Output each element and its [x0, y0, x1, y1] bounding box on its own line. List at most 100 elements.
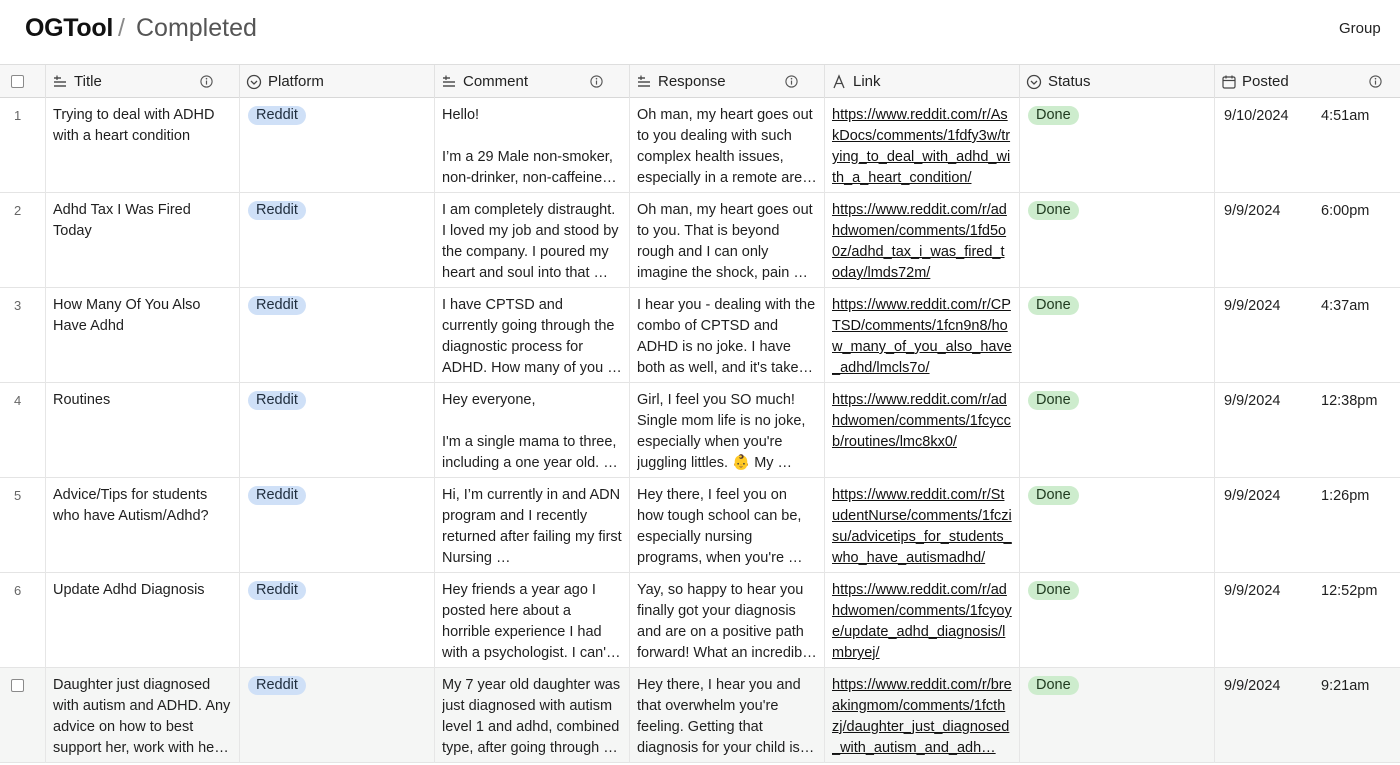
- title-cell[interactable]: Daughter just diagnosed with autism and …: [46, 668, 240, 763]
- status-cell[interactable]: Done: [1020, 288, 1215, 383]
- column-header-posted[interactable]: Posted: [1215, 65, 1400, 98]
- text-field-icon: [638, 75, 650, 87]
- status-cell[interactable]: Done: [1020, 573, 1215, 668]
- row-comment: I am completely distraught. I loved my j…: [442, 202, 619, 281]
- link-cell[interactable]: https://www.reddit.com/r/adhdwomen/comme…: [825, 383, 1020, 478]
- column-header-platform[interactable]: Platform: [240, 65, 435, 98]
- post-link[interactable]: https://www.reddit.com/r/adhdwomen/comme…: [832, 580, 1012, 664]
- row-title: How Many Of You Also Have Adhd: [53, 297, 205, 334]
- posted-cell[interactable]: 9/9/2024 6:00pm: [1215, 193, 1400, 288]
- response-cell[interactable]: I hear you - dealing with the combo of C…: [630, 288, 825, 383]
- column-comment-label: Comment: [463, 73, 529, 90]
- info-icon[interactable]: [785, 75, 798, 88]
- platform-cell[interactable]: Reddit: [240, 193, 435, 288]
- post-link[interactable]: https://www.reddit.com/r/adhdwomen/comme…: [832, 200, 1012, 284]
- status-cell[interactable]: Done: [1020, 193, 1215, 288]
- column-header-response[interactable]: Response: [630, 65, 825, 98]
- link-cell[interactable]: https://www.reddit.com/r/StudentNurse/co…: [825, 478, 1020, 573]
- row-index-cell: 5: [0, 478, 46, 573]
- comment-cell[interactable]: Hey everyone, I'm a single mama to three…: [435, 383, 630, 478]
- platform-cell[interactable]: Reddit: [240, 98, 435, 193]
- comment-cell[interactable]: Hello! I’m a 29 Male non-smoker, non-dri…: [435, 98, 630, 193]
- platform-cell[interactable]: Reddit: [240, 573, 435, 668]
- table-row[interactable]: 4 Routines Reddit Hey everyone, I'm a si…: [0, 383, 1400, 478]
- info-icon[interactable]: [1369, 75, 1382, 88]
- status-cell[interactable]: Done: [1020, 98, 1215, 193]
- formula-field-icon: [833, 74, 845, 89]
- platform-cell[interactable]: Reddit: [240, 383, 435, 478]
- title-cell[interactable]: Routines: [46, 383, 240, 478]
- group-button[interactable]: Group: [1339, 20, 1381, 37]
- comment-cell[interactable]: My 7 year old daughter was just diagnose…: [435, 668, 630, 763]
- link-cell[interactable]: https://www.reddit.com/r/adhdwomen/comme…: [825, 193, 1020, 288]
- row-index-cell: 2: [0, 193, 46, 288]
- table-row[interactable]: 3 How Many Of You Also Have Adhd Reddit …: [0, 288, 1400, 383]
- link-cell[interactable]: https://www.reddit.com/r/CPTSD/comments/…: [825, 288, 1020, 383]
- column-header-status[interactable]: Status: [1020, 65, 1215, 98]
- link-cell[interactable]: https://www.reddit.com/r/breakingmom/com…: [825, 668, 1020, 763]
- text-field-icon: [54, 75, 66, 87]
- table-row[interactable]: 2 Adhd Tax I Was Fired Today Reddit I am…: [0, 193, 1400, 288]
- column-header-link[interactable]: Link: [825, 65, 1020, 98]
- post-link[interactable]: https://www.reddit.com/r/adhdwomen/comme…: [832, 390, 1012, 453]
- response-cell[interactable]: Hey there, I feel you on how tough schoo…: [630, 478, 825, 573]
- row-title: Advice/Tips for students who have Autism…: [53, 487, 212, 524]
- posted-cell[interactable]: 9/10/2024 4:51am: [1215, 98, 1400, 193]
- status-badge: Done: [1028, 486, 1079, 505]
- platform-cell[interactable]: Reddit: [240, 668, 435, 763]
- status-badge: Done: [1028, 296, 1079, 315]
- info-icon[interactable]: [590, 75, 603, 88]
- column-header-title[interactable]: Title: [46, 65, 240, 98]
- title-cell[interactable]: How Many Of You Also Have Adhd: [46, 288, 240, 383]
- platform-badge: Reddit: [248, 676, 306, 695]
- post-link[interactable]: https://www.reddit.com/r/breakingmom/com…: [832, 675, 1012, 759]
- table-row[interactable]: 6 Update Adhd Diagnosis Reddit Hey frien…: [0, 573, 1400, 668]
- posted-cell[interactable]: 9/9/2024 9:21am: [1215, 668, 1400, 763]
- table-row[interactable]: 5 Advice/Tips for students who have Auti…: [0, 478, 1400, 573]
- post-link[interactable]: https://www.reddit.com/r/CPTSD/comments/…: [832, 295, 1012, 379]
- status-cell[interactable]: Done: [1020, 478, 1215, 573]
- info-icon[interactable]: [200, 75, 213, 88]
- row-checkbox[interactable]: [11, 679, 24, 692]
- comment-cell[interactable]: I am completely distraught. I loved my j…: [435, 193, 630, 288]
- column-header-comment[interactable]: Comment: [435, 65, 630, 98]
- platform-cell[interactable]: Reddit: [240, 288, 435, 383]
- select-all-checkbox[interactable]: [11, 75, 24, 88]
- title-cell[interactable]: Advice/Tips for students who have Autism…: [46, 478, 240, 573]
- platform-badge: Reddit: [248, 391, 306, 410]
- calendar-icon: [1222, 75, 1236, 89]
- link-cell[interactable]: https://www.reddit.com/r/AskDocs/comment…: [825, 98, 1020, 193]
- platform-cell[interactable]: Reddit: [240, 478, 435, 573]
- row-response: I hear you - dealing with the combo of C…: [637, 297, 816, 376]
- status-badge: Done: [1028, 201, 1079, 220]
- comment-cell[interactable]: I have CPTSD and currently going through…: [435, 288, 630, 383]
- posted-cell[interactable]: 9/9/2024 12:52pm: [1215, 573, 1400, 668]
- status-cell[interactable]: Done: [1020, 383, 1215, 478]
- table-row[interactable]: 1 Trying to deal with ADHD with a heart …: [0, 98, 1400, 193]
- title-cell[interactable]: Update Adhd Diagnosis: [46, 573, 240, 668]
- title-cell[interactable]: Adhd Tax I Was Fired Today: [46, 193, 240, 288]
- app-logo[interactable]: OGTool: [25, 14, 113, 43]
- posted-cell[interactable]: 9/9/2024 4:37am: [1215, 288, 1400, 383]
- posted-date: 9/9/2024: [1224, 583, 1281, 599]
- post-link[interactable]: https://www.reddit.com/r/StudentNurse/co…: [832, 485, 1012, 569]
- post-link[interactable]: https://www.reddit.com/r/AskDocs/comment…: [832, 105, 1012, 189]
- response-cell[interactable]: Hey there, I hear you and that overwhelm…: [630, 668, 825, 763]
- response-cell[interactable]: Oh man, my heart goes out to you. That i…: [630, 193, 825, 288]
- response-cell[interactable]: Girl, I feel you SO much! Single mom lif…: [630, 383, 825, 478]
- title-cell[interactable]: Trying to deal with ADHD with a heart co…: [46, 98, 240, 193]
- posted-cell[interactable]: 9/9/2024 1:26pm: [1215, 478, 1400, 573]
- row-comment: My 7 year old daughter was just diagnose…: [442, 677, 621, 756]
- posted-cell[interactable]: 9/9/2024 12:38pm: [1215, 383, 1400, 478]
- comment-cell[interactable]: Hey friends a year ago I posted here abo…: [435, 573, 630, 668]
- link-cell[interactable]: https://www.reddit.com/r/adhdwomen/comme…: [825, 573, 1020, 668]
- posted-date: 9/9/2024: [1224, 678, 1281, 694]
- status-cell[interactable]: Done: [1020, 668, 1215, 763]
- row-comment: Hi, I’m currently in and ADN program and…: [442, 487, 622, 566]
- comment-cell[interactable]: Hi, I’m currently in and ADN program and…: [435, 478, 630, 573]
- response-cell[interactable]: Yay, so happy to hear you finally got yo…: [630, 573, 825, 668]
- row-number: 4: [14, 393, 22, 408]
- table-row[interactable]: Daughter just diagnosed with autism and …: [0, 668, 1400, 763]
- response-cell[interactable]: Oh man, my heart goes out to you dealing…: [630, 98, 825, 193]
- table-header: Title Platform Comment Response Link Sta…: [0, 64, 1400, 98]
